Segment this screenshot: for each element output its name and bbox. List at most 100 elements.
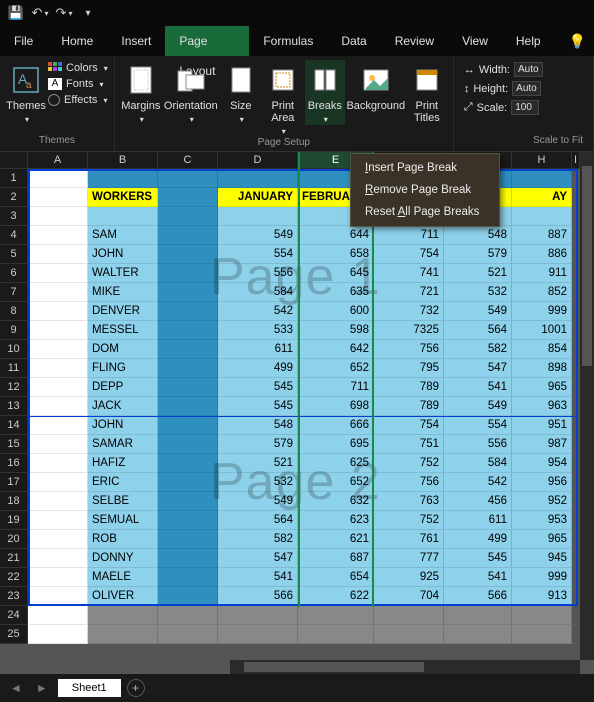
row-header-24[interactable]: 24 <box>0 606 28 625</box>
cell[interactable] <box>28 169 88 188</box>
cell[interactable] <box>158 283 218 302</box>
cell[interactable]: 761 <box>374 530 444 549</box>
cell[interactable]: 752 <box>374 454 444 473</box>
tab-view[interactable]: View <box>448 26 502 56</box>
cell[interactable]: 548 <box>444 226 512 245</box>
cell[interactable]: WORKERS <box>88 188 158 207</box>
cell[interactable]: MIKE <box>88 283 158 302</box>
cell[interactable] <box>88 207 158 226</box>
row-header-4[interactable]: 4 <box>0 226 28 245</box>
cell[interactable] <box>158 264 218 283</box>
cell[interactable]: 548 <box>218 416 298 435</box>
cell[interactable]: MESSEL <box>88 321 158 340</box>
cell[interactable]: 754 <box>374 245 444 264</box>
cell[interactable] <box>158 530 218 549</box>
row-header-13[interactable]: 13 <box>0 397 28 416</box>
cell[interactable]: 541 <box>218 568 298 587</box>
cell[interactable]: 953 <box>512 511 572 530</box>
cell[interactable] <box>28 264 88 283</box>
cell[interactable]: SEMUAL <box>88 511 158 530</box>
tab-insert[interactable]: Insert <box>107 26 165 56</box>
cell[interactable]: 541 <box>444 568 512 587</box>
cell[interactable] <box>158 473 218 492</box>
cell[interactable] <box>28 473 88 492</box>
cell[interactable] <box>88 625 158 644</box>
cell[interactable]: 654 <box>298 568 374 587</box>
cell[interactable] <box>28 378 88 397</box>
cell[interactable] <box>28 587 88 606</box>
cell[interactable]: 751 <box>374 435 444 454</box>
column-header-C[interactable]: C <box>158 152 218 169</box>
cell[interactable]: 752 <box>374 511 444 530</box>
cell[interactable]: 999 <box>512 568 572 587</box>
cell[interactable]: FLING <box>88 359 158 378</box>
column-header-A[interactable]: A <box>28 152 88 169</box>
cell[interactable] <box>444 625 512 644</box>
tab-formulas[interactable]: Formulas <box>249 26 327 56</box>
cell[interactable] <box>28 416 88 435</box>
cell[interactable] <box>158 587 218 606</box>
cell[interactable]: 711 <box>374 226 444 245</box>
cell[interactable]: 789 <box>374 378 444 397</box>
row-header-6[interactable]: 6 <box>0 264 28 283</box>
cell[interactable]: 564 <box>218 511 298 530</box>
cell[interactable] <box>28 245 88 264</box>
cell[interactable]: 622 <box>298 587 374 606</box>
cell[interactable]: 547 <box>444 359 512 378</box>
cell[interactable] <box>158 492 218 511</box>
tab-data[interactable]: Data <box>327 26 380 56</box>
row-header-9[interactable]: 9 <box>0 321 28 340</box>
cell[interactable]: 925 <box>374 568 444 587</box>
size-button[interactable]: Size▾ <box>221 60 261 125</box>
cell[interactable]: MAELE <box>88 568 158 587</box>
cell[interactable]: 532 <box>218 473 298 492</box>
row-header-17[interactable]: 17 <box>0 473 28 492</box>
cell[interactable]: 658 <box>298 245 374 264</box>
scale-value[interactable]: 100 <box>511 100 539 115</box>
cell[interactable] <box>158 606 218 625</box>
cell[interactable] <box>374 606 444 625</box>
height-value[interactable]: Auto <box>512 81 541 96</box>
cell[interactable]: 666 <box>298 416 374 435</box>
cell[interactable] <box>28 492 88 511</box>
cell[interactable] <box>28 568 88 587</box>
cell[interactable]: 913 <box>512 587 572 606</box>
cell[interactable]: 579 <box>218 435 298 454</box>
vertical-scrollbar[interactable] <box>580 152 594 660</box>
cell[interactable]: 549 <box>218 492 298 511</box>
cell[interactable]: ERIC <box>88 473 158 492</box>
cell[interactable]: 999 <box>512 302 572 321</box>
cell[interactable]: 952 <box>512 492 572 511</box>
cell[interactable]: 965 <box>512 378 572 397</box>
row-header-8[interactable]: 8 <box>0 302 28 321</box>
cell[interactable]: 545 <box>218 378 298 397</box>
cell[interactable]: SELBE <box>88 492 158 511</box>
qat-customize-icon[interactable]: ▾ <box>80 5 96 21</box>
cell[interactable]: 754 <box>374 416 444 435</box>
save-icon[interactable]: 💾 <box>8 5 24 21</box>
cell[interactable]: AY <box>512 188 572 207</box>
cell[interactable]: 951 <box>512 416 572 435</box>
scale-scale-row[interactable]: ⤢Scale:100 <box>464 100 543 115</box>
cell[interactable]: 911 <box>512 264 572 283</box>
cell[interactable] <box>158 321 218 340</box>
column-header-H[interactable]: H <box>512 152 572 169</box>
cell[interactable] <box>28 321 88 340</box>
cell[interactable]: JANUARY <box>218 188 298 207</box>
cell[interactable]: 621 <box>298 530 374 549</box>
cell[interactable] <box>218 606 298 625</box>
background-button[interactable]: Background <box>347 60 405 112</box>
cell[interactable] <box>28 511 88 530</box>
row-header-12[interactable]: 12 <box>0 378 28 397</box>
cell[interactable]: 611 <box>444 511 512 530</box>
remove-page-break-item[interactable]: Remove Page Break <box>351 179 499 201</box>
cell[interactable]: 732 <box>374 302 444 321</box>
cell[interactable]: JACK <box>88 397 158 416</box>
tab-nav-next[interactable]: ► <box>32 681 52 695</box>
cell[interactable]: HAFIZ <box>88 454 158 473</box>
scale-height-row[interactable]: ↕Height:Auto <box>464 81 543 96</box>
cell[interactable]: 582 <box>218 530 298 549</box>
cell[interactable] <box>298 625 374 644</box>
row-header-1[interactable]: 1 <box>0 169 28 188</box>
cell[interactable] <box>158 188 218 207</box>
